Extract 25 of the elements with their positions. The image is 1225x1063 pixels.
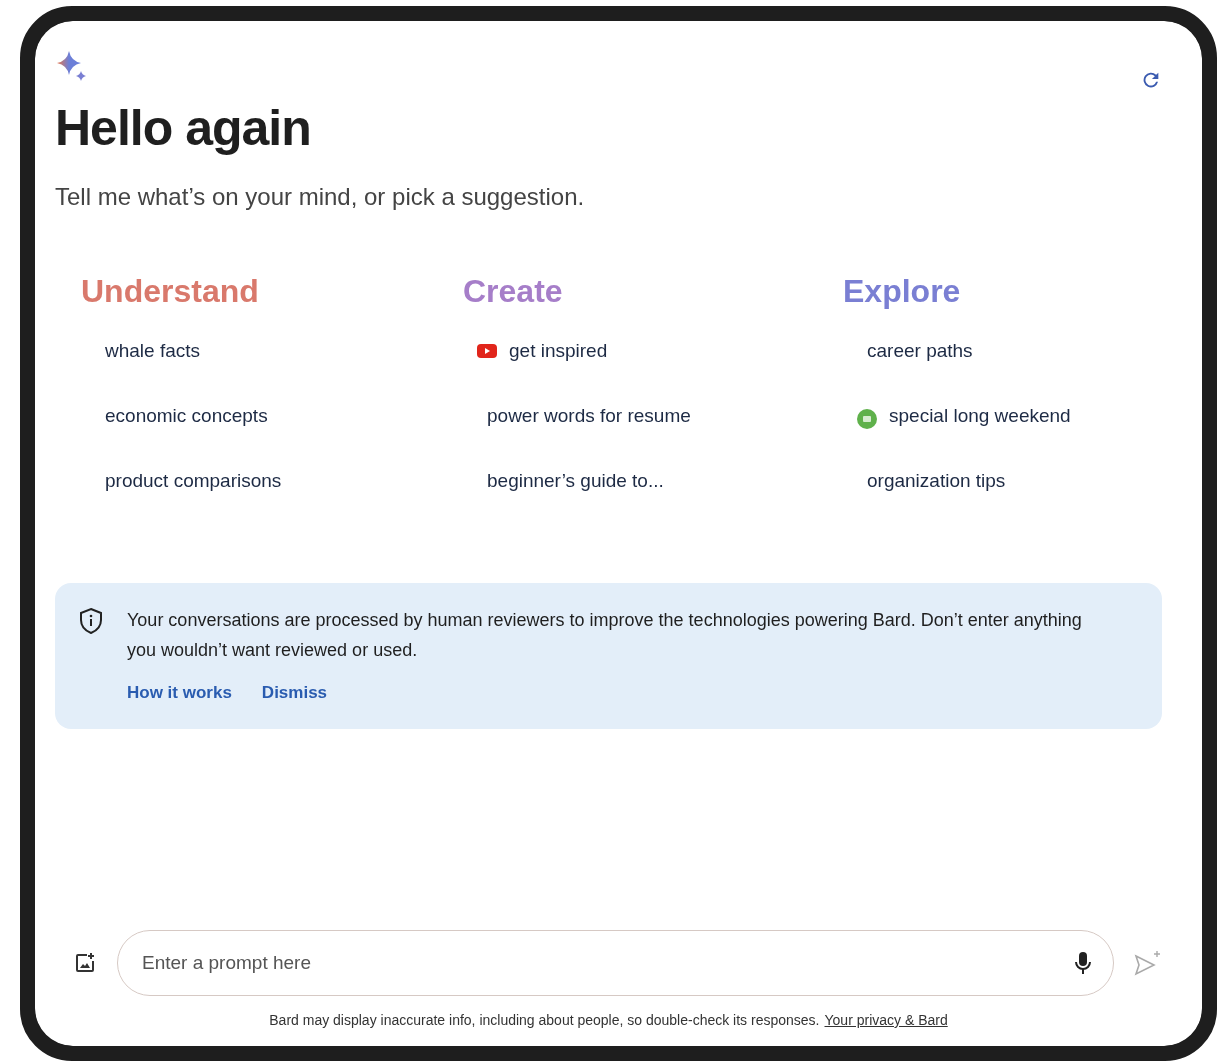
notice-link[interactable]: Dismiss (261, 683, 328, 703)
suggestion-chip[interactable]: organization tips (867, 470, 1006, 492)
greeting-heading: Hello again (55, 99, 312, 157)
prompt-input-field[interactable]: Enter a prompt here (117, 930, 1114, 996)
suggestion-chip[interactable]: special long weekend (889, 405, 1071, 427)
category-heading: Create (463, 273, 564, 310)
disclaimer-text: Bard may display inaccurate info, including about people, so double-check its responses. (269, 1012, 820, 1028)
subtitle: Tell me what’s on your mind, or pick a suggestion. (55, 183, 586, 211)
suggestion-chip[interactable]: career paths (867, 340, 973, 362)
suggestion-chip[interactable]: economic concepts (105, 405, 268, 427)
suggestion-chip[interactable]: get inspired (509, 340, 608, 362)
category-heading: Understand (81, 273, 260, 310)
notice-link[interactable]: How it works (127, 683, 232, 703)
microphone-icon[interactable] (1074, 951, 1092, 975)
chat-bubble-icon (857, 409, 877, 429)
video-play-icon (477, 344, 497, 358)
notice-text: Your conversations are processed by human reviewers to improve the technologies powering Bard. Don’t enter anything you wouldn’t want reviewed or used. (127, 609, 1083, 662)
shield-info-icon (79, 607, 103, 635)
suggestion-chip[interactable]: beginner’s guide to... (487, 470, 664, 492)
privacy-link[interactable]: Your privacy & Bard (824, 1012, 948, 1028)
suggestion-chip[interactable]: power words for resume (487, 405, 691, 427)
suggestion-chip[interactable]: product comparisons (105, 470, 282, 492)
category-heading: Explore (843, 273, 962, 310)
suggestion-chip[interactable]: whale facts (105, 340, 201, 362)
add-image-icon[interactable] (73, 951, 97, 975)
